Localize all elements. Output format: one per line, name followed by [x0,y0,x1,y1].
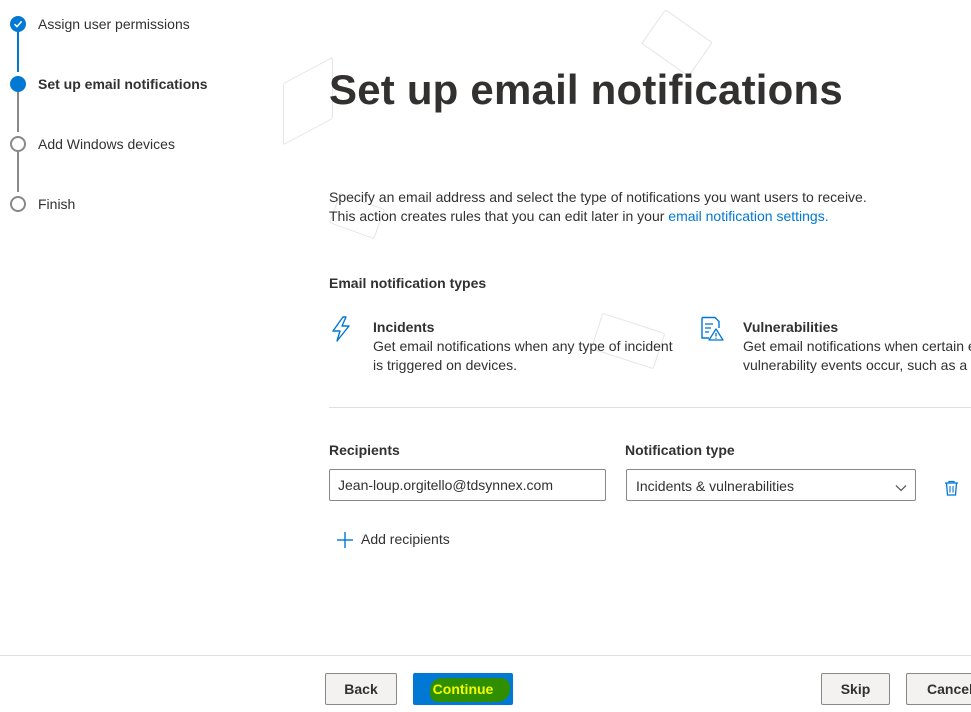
notification-type-dropdown[interactable]: Incidents & vulnerabilities [626,469,916,501]
chevron-down-icon [895,480,907,498]
step-connector [17,152,19,192]
section-heading: Email notification types [329,275,487,291]
email-notification-settings-link[interactable]: email notification settings. [668,208,828,224]
step-label-set-up-email-notifications[interactable]: Set up email notifications [38,76,208,92]
page-title: Set up email notifications [329,66,843,113]
step-label-finish: Finish [38,196,76,212]
cancel-button-label: Cancel [927,681,971,697]
setup-wizard-page: Assign user permissions Set up email not… [0,0,971,712]
page-description: Specify an email address and select the … [329,188,867,226]
step-connector [17,92,19,132]
notification-type-label: Notification type [625,442,735,458]
lightning-icon [330,316,352,347]
back-button[interactable]: Back [325,673,397,705]
incidents-title: Incidents [373,319,435,335]
delete-recipient-trash-icon[interactable] [944,480,959,501]
recipients-label: Recipients [329,442,400,458]
plus-icon [337,532,353,553]
step-current-dot-icon [10,76,26,92]
section-divider [329,407,971,408]
incidents-description-line-2: is triggered on devices. [373,357,517,373]
step-pending-circle-icon [10,136,26,152]
step-label-add-windows-devices: Add Windows devices [38,136,175,152]
vulnerabilities-title: Vulnerabilities [743,319,839,335]
description-line-2: This action creates rules that you can e… [329,207,867,226]
cancel-button[interactable]: Cancel [906,673,971,705]
description-line-2-text: This action creates rules that you can e… [329,208,669,224]
step-connector [17,32,19,72]
continue-button[interactable]: Continue [413,673,513,705]
step-label-assign-user-permissions[interactable]: Assign user permissions [38,16,190,32]
vulnerabilities-description-line-2: vulnerability events occur, such as a n [743,357,971,373]
step-complete-checkmark-icon [10,16,26,32]
vulnerabilities-description-line-1: Get email notifications when certain e [743,338,971,354]
vulnerability-report-icon [700,316,724,347]
continue-button-label: Continue [432,681,494,697]
recipient-email-input[interactable] [329,469,606,501]
add-recipients-label: Add recipients [361,531,450,547]
decorative-outline [283,56,333,146]
footer-divider [0,655,971,656]
step-pending-circle-icon [10,196,26,212]
notification-type-selected-value: Incidents & vulnerabilities [636,478,794,494]
skip-button[interactable]: Skip [821,673,890,705]
description-line-1: Specify an email address and select the … [329,189,867,205]
incidents-description-line-1: Get email notifications when any type of… [373,338,673,354]
setup-stepper: Assign user permissions Set up email not… [0,0,240,230]
